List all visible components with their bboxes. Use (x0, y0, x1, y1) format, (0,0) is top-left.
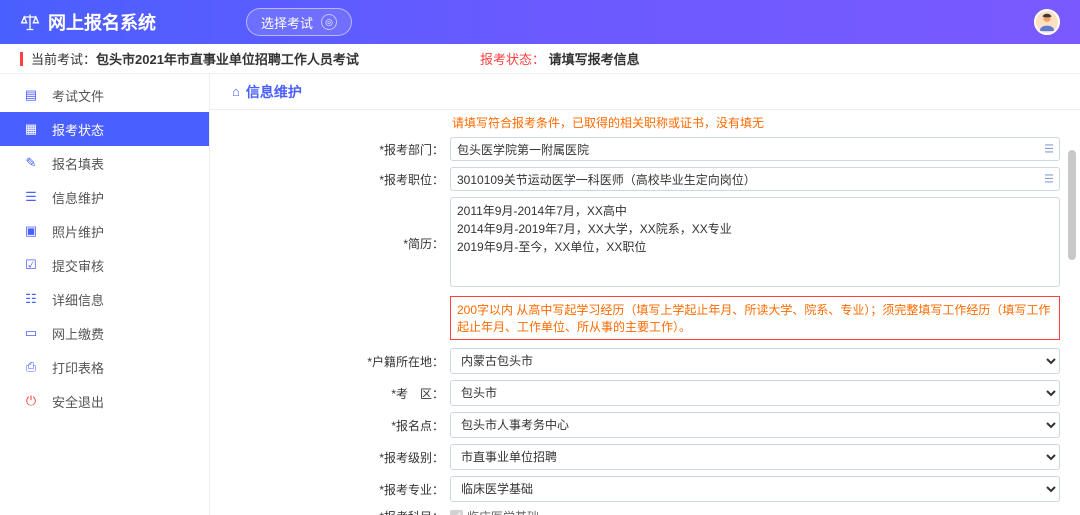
sidebar-item-label: 打印表格 (52, 358, 104, 377)
app-logo: 网上报名系统 (20, 9, 156, 35)
resume-label: *简历： (210, 235, 450, 252)
scrollbar[interactable] (1066, 110, 1078, 515)
sidebar-item-exit[interactable]: ⏻ 安全退出 (0, 384, 209, 418)
subject-value: 临床医学基础 (467, 508, 539, 515)
level-label: *报考级别： (210, 449, 450, 466)
area-select[interactable]: 包头市 (450, 380, 1060, 406)
sidebar-item-detail[interactable]: ☷ 详细信息 (0, 282, 209, 316)
status-label: 报考状态： (480, 52, 545, 67)
area-label: *考 区： (210, 385, 450, 402)
print-icon: ⎙ (24, 359, 38, 375)
sidebar-item-label: 网上缴费 (52, 324, 104, 343)
post-label: *报考职位： (210, 171, 450, 188)
app-title: 网上报名系统 (48, 9, 156, 35)
edit-icon: ✎ (24, 155, 38, 171)
hukou-label: *户籍所在地： (210, 353, 450, 370)
site-label: *报名点： (210, 417, 450, 434)
doc-icon: ▤ (24, 87, 38, 103)
pay-icon: ▭ (24, 325, 38, 341)
sidebar-item-photo[interactable]: ▣ 照片维护 (0, 214, 209, 248)
cert-hint: 请填写符合报考条件，已取得的相关职称或证书，没有填无 (450, 116, 764, 130)
form-area: 请填写符合报考条件，已取得的相关职称或证书，没有填无 *报考部门： ☰ *报考职… (210, 110, 1080, 515)
subject-label: *报考科目： (210, 508, 450, 515)
status-icon: ▦ (24, 121, 38, 137)
detail-icon: ☷ (24, 291, 38, 307)
dept-label: *报考部门： (210, 141, 450, 158)
sidebar-item-info[interactable]: ☰ 信息维护 (0, 180, 209, 214)
sidebar-item-status[interactable]: ▦ 报考状态 (0, 112, 209, 146)
major-select[interactable]: 临床医学基础 (450, 476, 1060, 502)
info-icon: ☰ (24, 189, 38, 205)
select-exam-button[interactable]: 选择考试 ◎ (246, 8, 352, 36)
status-value: 请填写报考信息 (549, 52, 640, 67)
sidebar-item-submit[interactable]: ☑ 提交审核 (0, 248, 209, 282)
submit-icon: ☑ (24, 257, 38, 273)
panel-title-text: 信息维护 (246, 82, 302, 102)
site-select[interactable]: 包头市人事考务中心 (450, 412, 1060, 438)
avatar[interactable] (1034, 9, 1060, 35)
subject-checkbox (450, 510, 463, 515)
scrollbar-thumb[interactable] (1068, 150, 1076, 260)
sidebar-item-label: 报名填表 (52, 154, 104, 173)
sidebar-item-label: 详细信息 (52, 290, 104, 309)
select-exam-label: 选择考试 (261, 13, 313, 32)
sidebar-item-label: 报考状态 (52, 120, 104, 139)
topbar: 网上报名系统 选择考试 ◎ (0, 0, 1080, 44)
sidebar-item-pay[interactable]: ▭ 网上缴费 (0, 316, 209, 350)
major-label: *报考专业： (210, 481, 450, 498)
sidebar-item-label: 照片维护 (52, 222, 104, 241)
sidebar-item-print[interactable]: ⎙ 打印表格 (0, 350, 209, 384)
level-select[interactable]: 市直事业单位招聘 (450, 444, 1060, 470)
sidebar: ▤ 考试文件 ▦ 报考状态 ✎ 报名填表 ☰ 信息维护 ▣ 照片维护 ☑ 提交审… (0, 74, 210, 515)
hukou-select[interactable]: 内蒙古包头市 (450, 348, 1060, 374)
current-exam-name: 包头市2021年市直事业单位招聘工作人员考试 (96, 49, 359, 68)
sidebar-item-label: 信息维护 (52, 188, 104, 207)
exit-icon: ⏻ (24, 393, 38, 409)
scale-icon (20, 12, 40, 32)
dept-input[interactable] (450, 137, 1060, 161)
photo-icon: ▣ (24, 223, 38, 239)
sidebar-item-label: 提交审核 (52, 256, 104, 275)
post-input[interactable] (450, 167, 1060, 191)
marker-icon (20, 52, 23, 66)
home-icon: ⌂ (232, 84, 240, 99)
current-exam-label: 当前考试： (31, 49, 96, 68)
sidebar-item-exam-docs[interactable]: ▤ 考试文件 (0, 78, 209, 112)
sidebar-item-label: 安全退出 (52, 392, 104, 411)
status-bar: 当前考试： 包头市2021年市直事业单位招聘工作人员考试 报考状态： 请填写报考… (0, 44, 1080, 74)
status-center: 报考状态： 请填写报考信息 (480, 49, 640, 68)
resume-hint: 200字以内 从高中写起学习经历（填写上学起止年月、所读大学、院系、专业）；须完… (450, 296, 1060, 340)
sidebar-item-fill-form[interactable]: ✎ 报名填表 (0, 146, 209, 180)
sidebar-item-label: 考试文件 (52, 86, 104, 105)
resume-textarea[interactable] (450, 197, 1060, 287)
panel-title: ⌂ 信息维护 (210, 74, 1080, 110)
target-icon: ◎ (321, 14, 337, 30)
